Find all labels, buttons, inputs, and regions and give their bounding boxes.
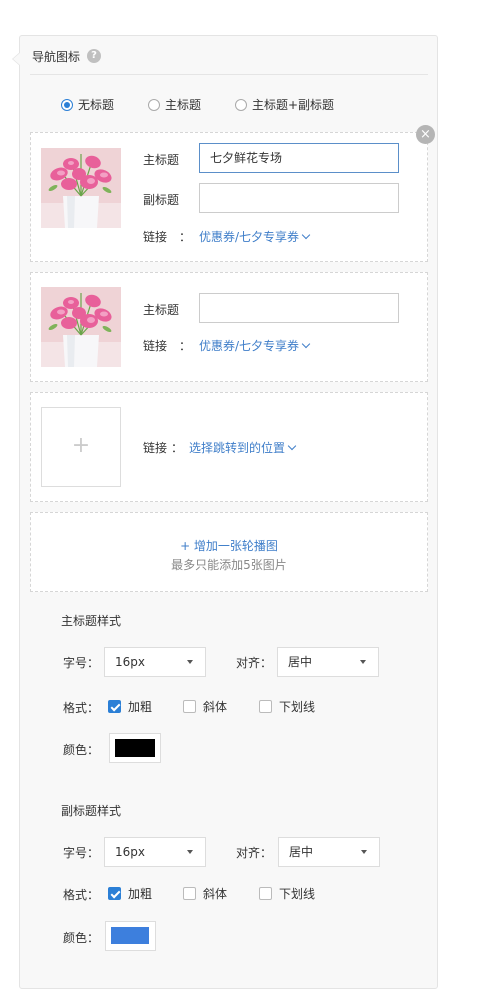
chevron-down-icon [301,230,311,240]
checkbox-checked-icon [108,700,121,713]
checkbox-label: 加粗 [128,700,153,714]
select-value: 16px [115,845,145,859]
link-label: 链接 [143,441,168,455]
sub-title-input[interactable] [199,183,399,213]
main-title-label: 主标题 [143,153,180,167]
radio-main-sub-title[interactable]: 主标题+副标题 [235,96,334,113]
add-slide-label: + 增加一张轮播图 [180,539,278,553]
sub-color-picker[interactable] [105,921,156,951]
main-align-select[interactable]: 居中 [277,647,379,677]
checkbox-checked-icon [108,887,121,900]
link-value: 优惠券/七夕专享券 [199,339,300,353]
radio-dot-icon [235,98,247,111]
select-value: 居中 [289,845,314,859]
radio-label: 无标题 [78,98,115,112]
link-value: 优惠券/七夕专享券 [199,230,300,244]
add-image-button[interactable]: + [41,407,121,487]
main-underline-checkbox[interactable]: 下划线 [259,698,315,715]
font-size-label: 字号： [63,656,100,670]
sub-underline-checkbox[interactable]: 下划线 [259,885,315,902]
format-label: 格式： [63,701,100,715]
color-label: 颜色： [63,931,100,945]
format-label: 格式： [63,888,100,902]
chevron-down-icon [301,339,311,349]
slide-card-2: 主标题 ： 链接 ： 优惠券/七夕专享券 [30,272,428,382]
link-label: 链接 [143,339,168,353]
lily-bouquet-image[interactable] [41,287,121,367]
checkbox-label: 斜体 [203,887,228,901]
slide-card-1: 主标题 ： 七夕鲜花专场 副标题 ： 链接 ： 优惠券/七夕专享券 [30,132,428,262]
link-selector[interactable]: 优惠券/七夕专享券 [199,228,311,245]
main-italic-checkbox[interactable]: 斜体 [183,698,227,715]
panel-title: 导航图标 [32,50,81,64]
checkbox-label: 加粗 [128,887,153,901]
main-style-title: 主标题样式 [61,614,122,628]
radio-label: 主标题+副标题 [252,98,335,112]
add-slide-button[interactable]: + 增加一张轮播图 最多只能添加5张图片 [30,512,428,592]
checkbox-label: 斜体 [203,700,228,714]
colon: ： [171,441,184,455]
chevron-down-icon [287,441,297,451]
caret-down-icon [361,850,367,854]
main-title-input[interactable]: 七夕鲜花专场 [199,143,399,173]
radio-main-title[interactable]: 主标题 [148,96,201,113]
colon: ： [179,230,192,244]
divider [30,74,428,75]
link-selector[interactable]: 优惠券/七夕专享券 [199,337,311,354]
sub-font-size-select[interactable]: 16px [104,837,206,867]
caret-down-icon [187,850,193,854]
select-value: 居中 [288,655,313,669]
main-color-picker[interactable] [109,733,161,763]
link-label: 链接 [143,230,168,244]
align-label: 对齐： [236,846,273,860]
checkbox-label: 下划线 [279,700,316,714]
radio-dot-icon [61,98,73,111]
radio-no-title[interactable]: 无标题 [61,96,114,113]
checkbox-icon [259,887,272,900]
sub-bold-checkbox[interactable]: 加粗 [108,885,152,902]
slide-card-3: + 链接 ： 选择跳转到的位置 [30,392,428,502]
main-bold-checkbox[interactable]: 加粗 [108,698,152,715]
colon: ： [179,339,192,353]
main-font-size-select[interactable]: 16px [104,647,206,677]
font-size-label: 字号： [63,846,100,860]
sub-title-label: 副标题 [143,193,180,207]
caret-down-icon [187,660,193,664]
checkbox-icon [259,700,272,713]
help-icon[interactable]: ? [87,49,101,63]
radio-label: 主标题 [165,98,202,112]
panel-pointer-inner [13,53,20,65]
main-title-label: 主标题 [143,303,180,317]
color-label: 颜色： [63,743,100,757]
close-icon[interactable]: × [416,125,435,144]
checkbox-icon [183,700,196,713]
main-title-input[interactable] [199,293,399,323]
caret-down-icon [360,660,366,664]
select-value: 16px [115,655,145,669]
color-swatch [115,739,155,757]
lily-bouquet-image[interactable] [41,148,121,228]
color-swatch [111,927,149,944]
link-value: 选择跳转到的位置 [189,441,286,455]
sub-style-title: 副标题样式 [61,804,122,818]
align-label: 对齐： [236,656,273,670]
add-slide-hint: 最多只能添加5张图片 [171,558,287,572]
checkbox-icon [183,887,196,900]
link-selector[interactable]: 选择跳转到的位置 [189,439,297,456]
checkbox-label: 下划线 [279,887,316,901]
sub-align-select[interactable]: 居中 [278,837,380,867]
sub-italic-checkbox[interactable]: 斜体 [183,885,227,902]
radio-dot-icon [148,98,160,111]
